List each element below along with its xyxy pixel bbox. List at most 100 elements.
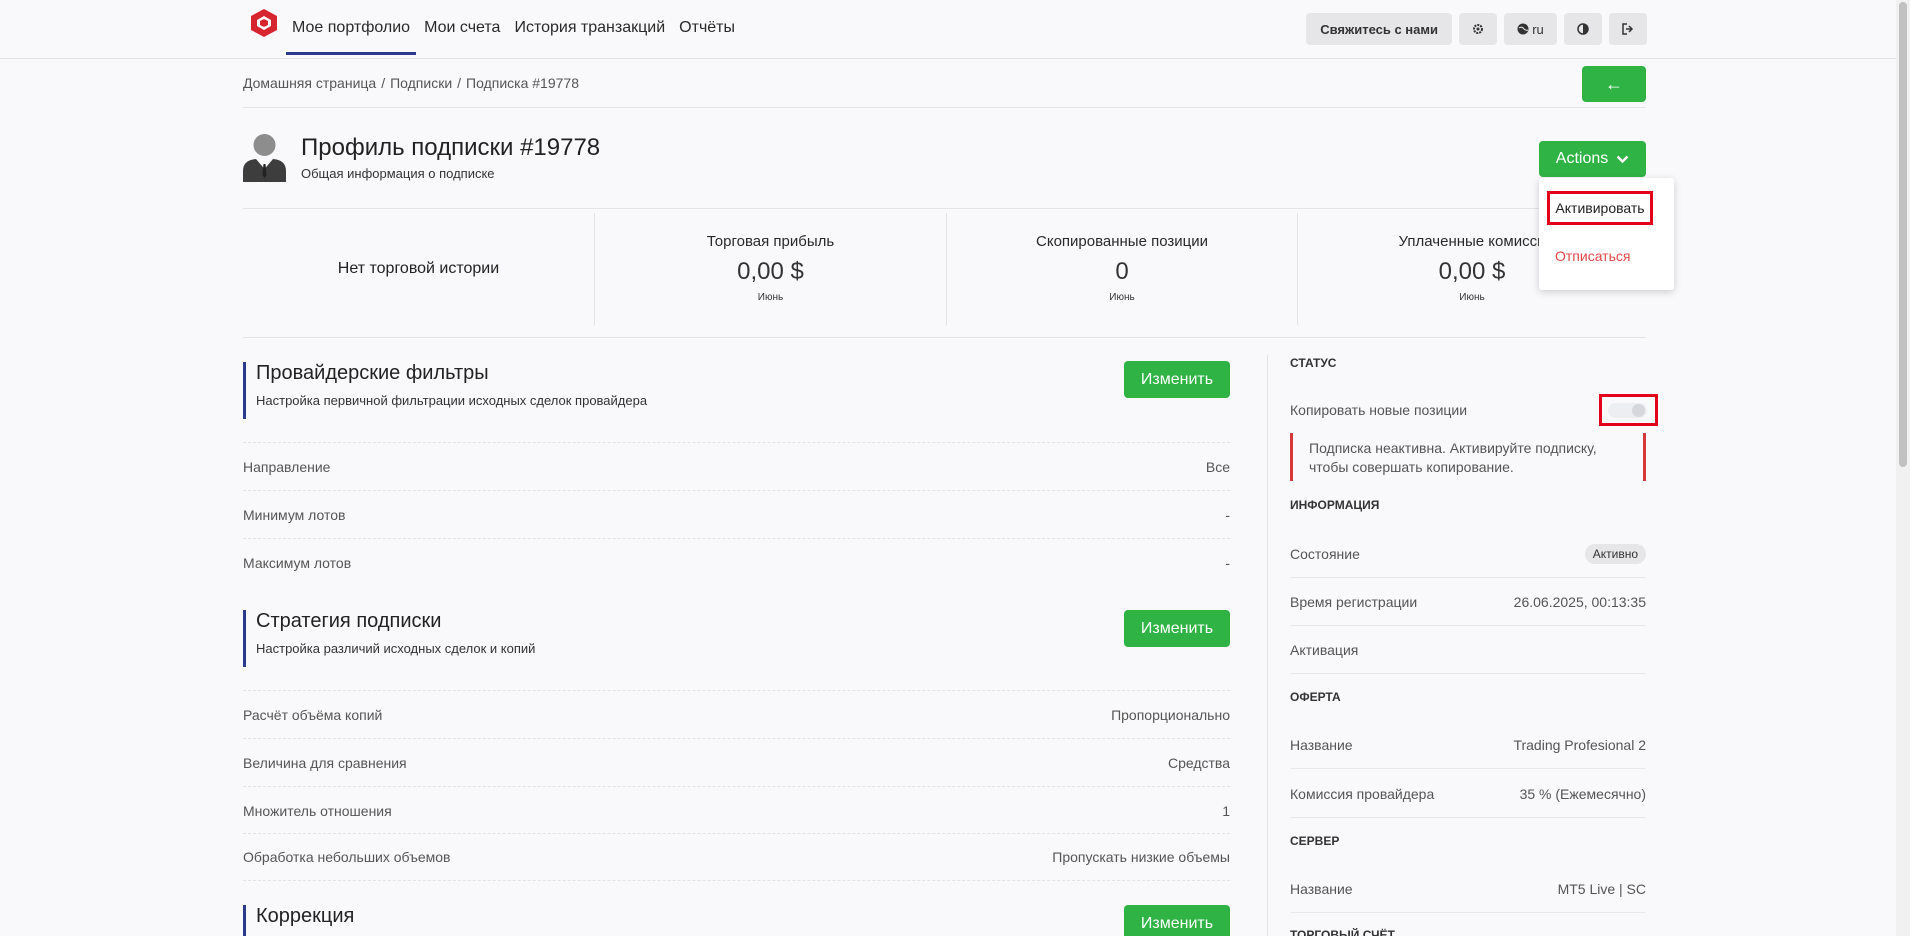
- nav-transaction-history[interactable]: История транзакций: [508, 0, 671, 55]
- row-value: MT5 Live | SC: [1557, 880, 1646, 897]
- breadcrumb-subscriptions[interactable]: Подписки: [390, 75, 452, 91]
- server-heading: СЕРВЕР: [1290, 834, 1340, 848]
- nav-my-accounts[interactable]: Мои счета: [418, 0, 506, 55]
- scrollbar-thumb[interactable]: [1899, 2, 1907, 467]
- status-heading: СТАТУС: [1290, 356, 1337, 370]
- row-label: Название: [1290, 736, 1353, 753]
- stat-value: 0: [1115, 258, 1129, 285]
- stat-label: Скопированные позиции: [1036, 233, 1208, 250]
- nav-reports[interactable]: Отчёты: [673, 0, 741, 55]
- unsubscribe-menu-item[interactable]: Отписаться: [1555, 248, 1630, 264]
- edit-provider-filters-button[interactable]: Изменить: [1124, 361, 1230, 398]
- trading-account-heading: ТОРГОВЫЙ СЧЁТ: [1290, 928, 1395, 936]
- toggle-knob: [1632, 404, 1645, 417]
- row-value: -: [1225, 554, 1230, 571]
- divider: [243, 208, 1646, 209]
- table-row: Направление Все: [243, 442, 1230, 490]
- correction-header: Коррекция: [243, 905, 1230, 936]
- page-scrollbar[interactable]: [1896, 0, 1910, 936]
- divider: [243, 107, 1646, 108]
- row-value: 35 % (Ежемесячно): [1519, 785, 1646, 802]
- section-title: Провайдерские фильтры: [256, 362, 489, 384]
- row-label: Обработка небольших объемов: [243, 849, 451, 865]
- language-button[interactable]: ru: [1504, 13, 1557, 45]
- section-title: Коррекция: [256, 905, 355, 927]
- row-label: Копировать новые позиции: [1290, 402, 1468, 418]
- stat-period: Июнь: [1459, 292, 1485, 303]
- gear-icon: [1473, 24, 1483, 34]
- row-label: Величина для сравнения: [243, 754, 407, 771]
- activate-menu-item[interactable]: Активировать: [1547, 191, 1653, 225]
- chevron-down-icon: [1616, 155, 1629, 163]
- language-label: ru: [1532, 21, 1544, 37]
- main-nav: Мое портфолио Мои счета История транзакц…: [286, 0, 743, 55]
- breadcrumb-home[interactable]: Домашняя страница: [243, 75, 376, 91]
- row-value: -: [1225, 506, 1230, 523]
- back-button[interactable]: ←: [1582, 66, 1646, 102]
- actions-dropdown-menu: Активировать Отписаться: [1539, 178, 1674, 290]
- brand-logo[interactable]: [249, 8, 279, 38]
- stat-copied-positions: Скопированные позиции 0 Июнь: [946, 213, 1297, 325]
- logout-button[interactable]: [1609, 13, 1647, 45]
- subscription-strategy-header: Стратегия подписки Настройка различий ис…: [243, 610, 1230, 667]
- provider-commission-row: Комиссия провайдера 35 % (Ежемесячно): [1290, 770, 1646, 818]
- row-value: Trading Profesional 2: [1513, 736, 1646, 753]
- avatar: [243, 134, 286, 182]
- table-row: Множитель отношения 1: [243, 786, 1230, 834]
- server-name-row: Название MT5 Live | SC: [1290, 865, 1646, 913]
- row-label: Минимум лотов: [243, 506, 346, 523]
- status-badge: Активно: [1584, 543, 1646, 564]
- row-label: Направление: [243, 458, 331, 475]
- stat-period: Июнь: [1109, 292, 1135, 303]
- table-row: Величина для сравнения Средства: [243, 738, 1230, 786]
- row-label: Максимум лотов: [243, 554, 352, 571]
- edit-subscription-strategy-button[interactable]: Изменить: [1124, 610, 1230, 647]
- table-row: Обработка небольших объемов Пропускать н…: [243, 833, 1230, 881]
- table-row: Расчёт объёма копий Пропорционально: [243, 690, 1230, 738]
- breadcrumb-current: Подписка #19778: [466, 75, 579, 91]
- edit-correction-button[interactable]: Изменить: [1124, 905, 1230, 936]
- provider-filters-header: Провайдерские фильтры Настройка первично…: [243, 362, 1230, 419]
- table-row: Минимум лотов -: [243, 490, 1230, 538]
- row-value: Все: [1205, 458, 1230, 475]
- stat-period: Июнь: [757, 292, 784, 303]
- top-actions: Свяжитесь с нами ru: [1306, 13, 1647, 45]
- row-label: Активация: [1290, 641, 1359, 658]
- page-title: Профиль подписки #19778: [301, 134, 601, 161]
- copy-new-positions-toggle[interactable]: [1608, 403, 1647, 418]
- stat-label: Торговая прибыль: [706, 233, 835, 250]
- row-label: Состояние: [1290, 545, 1360, 562]
- actions-button[interactable]: Actions: [1539, 141, 1646, 177]
- registration-time-row: Время регистрации 26.06.2025, 00:13:35: [1290, 578, 1646, 626]
- stat-no-history: Нет торговой истории: [243, 213, 594, 325]
- section-description: Настройка различий исходных сделок и коп…: [256, 641, 536, 656]
- globe-icon: [1517, 23, 1529, 35]
- table-row: Максимум лотов -: [243, 538, 1230, 586]
- copy-new-positions-row: Копировать новые позиции: [1290, 386, 1646, 434]
- row-value: Пропускать низкие объемы: [1052, 849, 1230, 865]
- divider: [243, 337, 1646, 338]
- no-history-text: Нет торговой истории: [337, 260, 500, 277]
- row-label: Комиссия провайдера: [1290, 785, 1435, 802]
- row-value: Средства: [1167, 754, 1230, 771]
- information-heading: ИНФОРМАЦИЯ: [1290, 498, 1380, 512]
- breadcrumb: Домашняя страница / Подписки / Подписка #197…: [243, 75, 579, 91]
- state-row: Состояние Активно: [1290, 530, 1646, 578]
- offer-heading: ОФЕРТА: [1290, 690, 1341, 704]
- offer-name-row: Название Trading Profesional 2: [1290, 721, 1646, 769]
- settings-button[interactable]: [1459, 13, 1497, 45]
- actions-label: Actions: [1555, 150, 1609, 167]
- nav-my-portfolio[interactable]: Мое портфолио: [286, 0, 417, 55]
- page-subtitle: Общая информация о подписке: [301, 166, 495, 181]
- theme-toggle-button[interactable]: [1564, 13, 1602, 45]
- row-value: Пропорционально: [1111, 706, 1230, 723]
- divider: [1267, 355, 1268, 936]
- top-navbar: Мое портфолио Мои счета История транзакц…: [0, 0, 1896, 59]
- stat-value: 0,00 $: [737, 258, 804, 285]
- contact-us-button[interactable]: Свяжитесь с нами: [1306, 13, 1452, 45]
- row-value: 26.06.2025, 00:13:35: [1513, 593, 1646, 610]
- logout-icon: [1622, 23, 1634, 35]
- section-title: Стратегия подписки: [256, 610, 442, 632]
- inactive-subscription-alert: Подписка неактивна. Активируйте подписку…: [1290, 433, 1646, 481]
- row-label: Название: [1290, 880, 1353, 897]
